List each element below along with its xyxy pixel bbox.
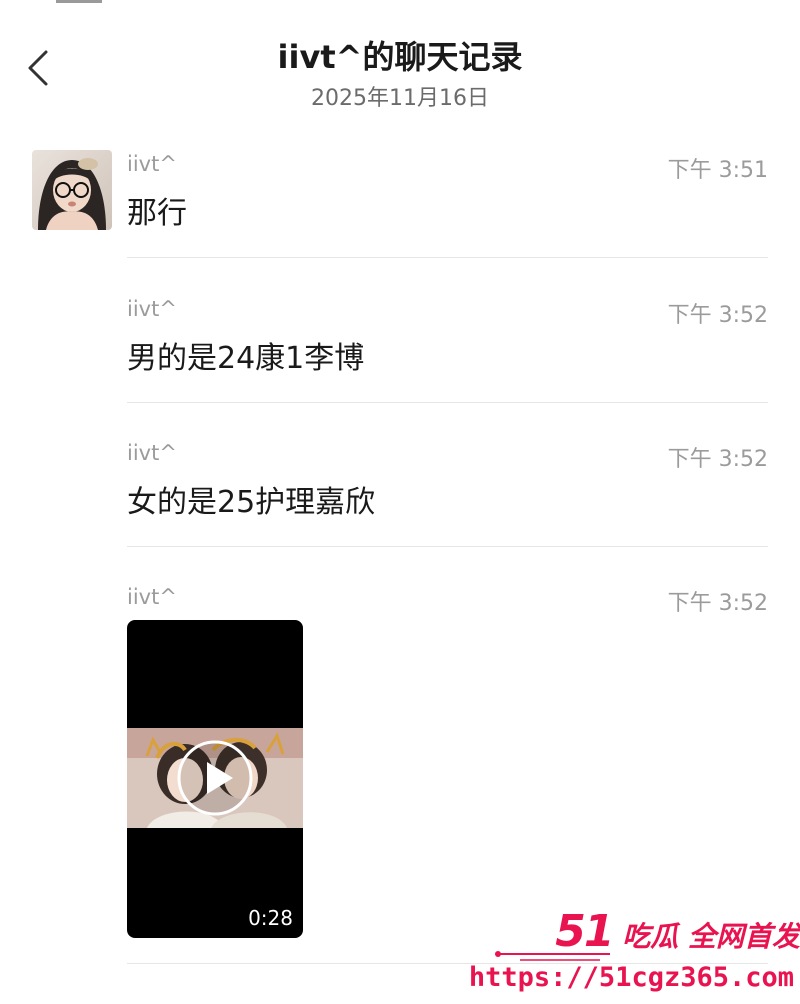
message-text[interactable]: 女的是25护理嘉欣: [127, 477, 375, 521]
play-icon-shape: [177, 740, 253, 816]
video-message[interactable]: 0:28: [127, 620, 303, 938]
divider: [127, 402, 768, 403]
message-text[interactable]: 那行: [127, 188, 187, 232]
chat-history-page: iivt^的聊天记录 2025年11月16日 iivt^ 下午 3:51 那行 …: [0, 0, 800, 1004]
page-title: iivt^的聊天记录: [277, 38, 523, 76]
avatar-image: [32, 150, 112, 230]
message-time: 下午 3:52: [667, 303, 768, 328]
message-item: iivt^ 下午 3:51 那行: [127, 152, 768, 232]
watermark-brand: 51 吃瓜 全网首发: [555, 906, 800, 957]
message-text[interactable]: 男的是24康1李博: [127, 333, 364, 377]
message-time: 下午 3:52: [667, 591, 768, 616]
watermark-brand-text: 吃瓜 全网首发: [622, 920, 800, 953]
sender-name: iivt^: [127, 297, 177, 321]
message-item: iivt^ 下午 3:52 女的是25护理嘉欣: [127, 441, 768, 521]
watermark: 51 吃瓜 全网首发 https://51cgz365.com: [469, 900, 800, 1004]
message-time: 下午 3:51: [667, 158, 768, 183]
message-item: iivt^ 下午 3:52: [127, 585, 768, 616]
play-icon[interactable]: [175, 738, 255, 818]
divider: [127, 257, 768, 258]
chat-date: 2025年11月16日: [311, 86, 489, 111]
watermark-url: https://51cgz365.com: [468, 962, 794, 993]
avatar[interactable]: [32, 150, 112, 230]
sender-name: iivt^: [127, 585, 177, 609]
watermark-brand-number: 51: [555, 906, 614, 957]
video-duration: 0:28: [248, 906, 293, 930]
sender-name: iivt^: [127, 441, 177, 465]
header: iivt^的聊天记录 2025年11月16日: [0, 0, 800, 120]
divider: [127, 546, 768, 547]
message-item: iivt^ 下午 3:52 男的是24康1李博: [127, 297, 768, 377]
message-time: 下午 3:52: [667, 447, 768, 472]
sender-name: iivt^: [127, 152, 177, 176]
